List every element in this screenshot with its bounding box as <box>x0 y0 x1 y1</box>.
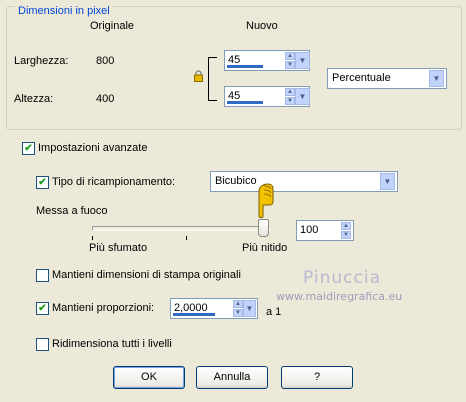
watermark-name: Pinuccia <box>303 268 381 288</box>
units-value: Percentuale <box>332 72 391 84</box>
units-select[interactable]: Percentuale ▼ <box>327 68 447 89</box>
height-label: Altezza: <box>14 93 54 105</box>
sharpness-right-label: Più nitido <box>242 242 288 254</box>
spin-down-icon[interactable]: ▼ <box>341 231 351 239</box>
cancel-button[interactable]: Annulla <box>196 366 268 389</box>
slider-tick <box>186 236 187 240</box>
chevron-down-icon[interactable]: ▼ <box>429 70 444 87</box>
sharpness-value: 100 <box>300 224 319 236</box>
watermark-url: www.maidiregrafica.eu <box>276 290 403 303</box>
sharpness-slider-thumb[interactable] <box>258 219 269 237</box>
keep-print-size-checkbox[interactable] <box>36 269 49 282</box>
lock-icon[interactable] <box>194 70 203 82</box>
original-column-header: Originale <box>90 20 135 32</box>
width-label: Larghezza: <box>14 55 69 67</box>
width-progress-bar <box>227 65 263 68</box>
ratio-spin-buttons[interactable]: ▲ ▼ <box>233 300 243 317</box>
spin-up-icon[interactable]: ▲ <box>233 300 243 308</box>
advanced-settings-label[interactable]: Impostazioni avanzate <box>38 142 147 154</box>
height-original-value: 400 <box>96 93 115 105</box>
pointing-hand-icon <box>256 177 278 219</box>
spin-up-icon[interactable]: ▲ <box>285 88 295 96</box>
height-dropdown-arrow-icon[interactable]: ▼ <box>295 88 310 105</box>
spin-down-icon[interactable]: ▼ <box>285 97 295 105</box>
ratio-progress-bar <box>173 313 215 316</box>
resample-type-checkbox[interactable]: ✔ <box>36 176 49 189</box>
height-progress-bar <box>227 101 263 104</box>
resample-type-label[interactable]: Tipo di ricampionamento: <box>52 176 175 188</box>
keep-ratio-checkbox[interactable]: ✔ <box>36 302 49 315</box>
sharpness-label: Messa a fuoco <box>36 205 108 217</box>
height-spin-buttons[interactable]: ▲ ▼ <box>285 88 295 105</box>
resize-all-layers-checkbox[interactable] <box>36 338 49 351</box>
width-new-spinbox[interactable]: 45 ▲ ▼ ▼ <box>224 50 310 71</box>
sharpness-spinbox[interactable]: 100 ▲ ▼ <box>296 220 354 241</box>
new-column-header: Nuovo <box>246 20 278 32</box>
advanced-settings-checkbox[interactable]: ✔ <box>22 142 35 155</box>
keep-print-size-label[interactable]: Mantieni dimensioni di stampa originali <box>52 269 241 281</box>
chevron-down-icon[interactable]: ▼ <box>380 173 395 190</box>
height-new-spinbox[interactable]: 45 ▲ ▼ ▼ <box>224 86 310 107</box>
slider-tick <box>92 236 93 240</box>
spin-up-icon[interactable]: ▲ <box>285 52 295 60</box>
ok-button[interactable]: OK <box>113 366 185 389</box>
spin-up-icon[interactable]: ▲ <box>341 222 351 230</box>
sharpness-spin-buttons[interactable]: ▲ ▼ <box>341 222 351 239</box>
width-spin-buttons[interactable]: ▲ ▼ <box>285 52 295 69</box>
resample-type-value: Bicubico <box>215 175 257 187</box>
group-title: Dimensioni in pixel <box>15 5 113 17</box>
sharpness-left-label: Più sfumato <box>89 242 148 254</box>
width-original-value: 800 <box>96 55 115 67</box>
spin-down-icon[interactable]: ▼ <box>285 61 295 69</box>
help-button[interactable]: ? <box>281 366 353 389</box>
link-bracket <box>208 57 217 101</box>
ratio-spinbox[interactable]: 2,0000 ▲ ▼ ▼ <box>170 298 258 319</box>
keep-ratio-label[interactable]: Mantieni proporzioni: <box>52 302 154 314</box>
ratio-dropdown-arrow-icon[interactable]: ▼ <box>243 300 256 317</box>
spin-down-icon[interactable]: ▼ <box>233 309 243 317</box>
resize-all-layers-label[interactable]: Ridimensiona tutti i livelli <box>52 338 172 350</box>
sharpness-slider-track[interactable] <box>92 226 270 231</box>
width-dropdown-arrow-icon[interactable]: ▼ <box>295 52 310 69</box>
resample-type-select[interactable]: Bicubico ▼ <box>210 171 398 192</box>
ratio-suffix: a 1 <box>266 306 282 318</box>
